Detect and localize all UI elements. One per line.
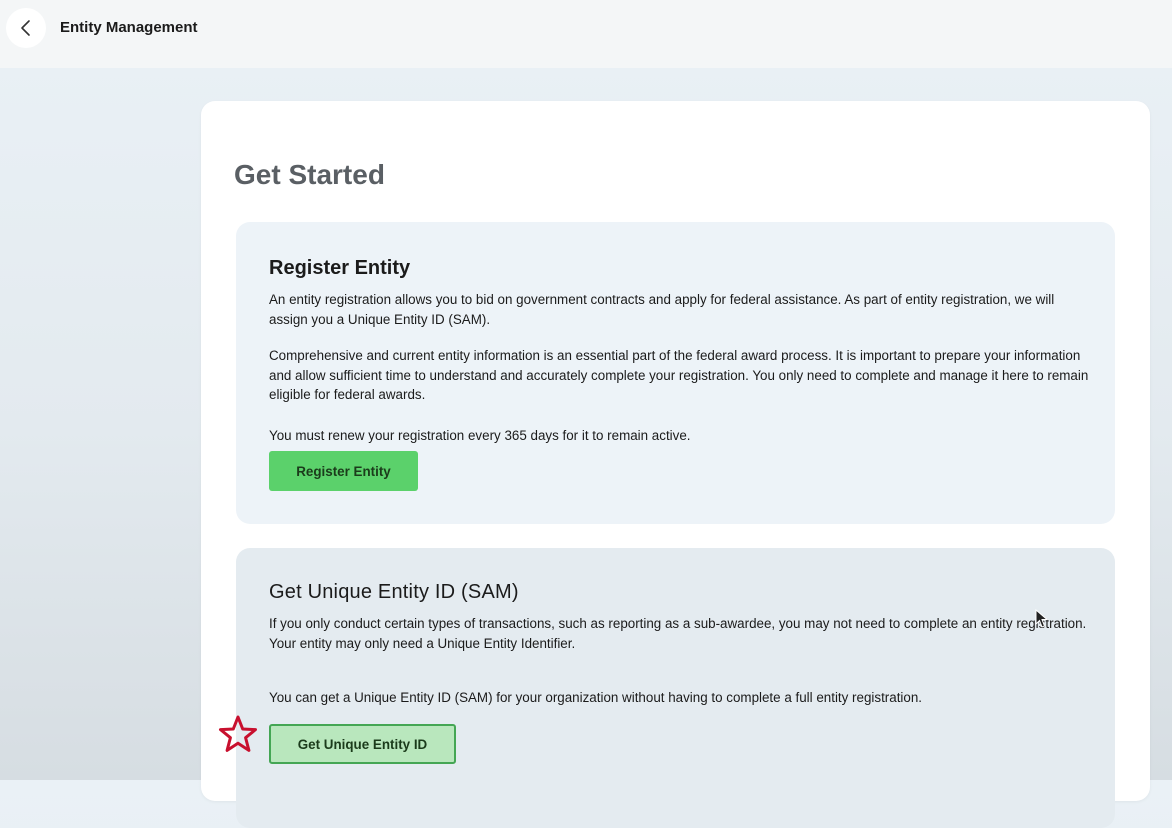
register-entity-heading: Register Entity [269, 257, 411, 279]
uei-info-paragraph: You can get a Unique Entity ID (SAM) for… [269, 690, 923, 705]
register-intro-paragraph: An entity registration allows you to bid… [269, 292, 1055, 327]
register-entity-button[interactable]: Register Entity [269, 451, 418, 491]
uei-intro-paragraph: If you only conduct certain types of tra… [269, 616, 1087, 651]
page-title: Get Started [234, 159, 385, 190]
main-card: Get Started Register Entity An entity re… [201, 101, 1150, 828]
top-bar: Entity Management [0, 0, 1172, 68]
unique-entity-id-panel: Get Unique Entity ID (SAM) If you only c… [236, 548, 1115, 828]
back-button[interactable] [6, 8, 46, 48]
register-info-paragraph: Comprehensive and current entity informa… [269, 348, 1089, 402]
register-renew-paragraph: You must renew your registration every 3… [269, 428, 691, 443]
star-outline-icon [219, 715, 257, 752]
mouse-cursor-icon [1035, 609, 1049, 628]
get-unique-entity-id-button[interactable]: Get Unique Entity ID [269, 724, 456, 764]
top-bar-title: Entity Management [60, 19, 198, 36]
unique-entity-id-heading: Get Unique Entity ID (SAM) [269, 581, 519, 603]
register-entity-panel: Register Entity An entity registration a… [236, 222, 1115, 524]
chevron-left-icon [21, 20, 30, 36]
